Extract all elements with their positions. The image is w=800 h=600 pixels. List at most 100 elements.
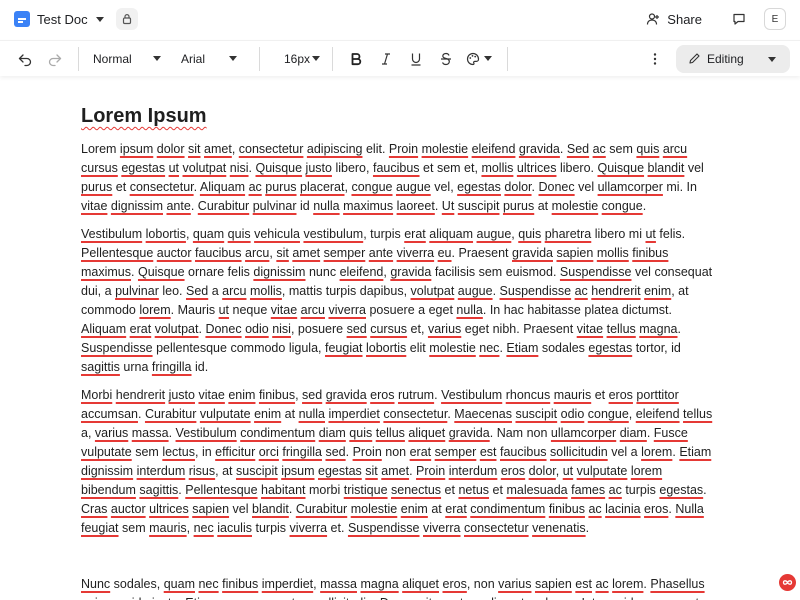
misspelled-word[interactable]: Etiam [679, 445, 711, 459]
misspelled-word[interactable]: Quisque [597, 161, 644, 175]
font-size-dropdown[interactable]: 16px [276, 45, 324, 73]
misspelled-word[interactable]: sapien [192, 502, 229, 516]
misspelled-word[interactable]: enim [254, 407, 281, 421]
misspelled-word[interactable]: nulla [456, 303, 482, 317]
misspelled-word[interactable]: justo [169, 388, 195, 402]
misspelled-word[interactable]: pharetra [545, 227, 592, 241]
misspelled-word[interactable]: sed [302, 388, 322, 402]
misspelled-word[interactable]: vitae [198, 388, 224, 402]
misspelled-word[interactable]: dolor [529, 464, 556, 478]
misspelled-word[interactable]: consectetur [130, 180, 194, 194]
misspelled-word[interactable]: Proin [353, 445, 382, 459]
misspelled-word[interactable]: Proin [416, 464, 445, 478]
misspelled-word[interactable]: ac [588, 502, 601, 516]
misspelled-word[interactable]: eros [370, 388, 394, 402]
strikethrough-button[interactable] [431, 45, 461, 73]
misspelled-word[interactable]: mollis [481, 161, 513, 175]
misspelled-word[interactable]: finibus [632, 246, 668, 260]
misspelled-word[interactable]: arcu [301, 303, 325, 317]
misspelled-word[interactable]: lorem [631, 464, 662, 478]
misspelled-word[interactable]: interdum [137, 464, 186, 478]
misspelled-word[interactable]: nisi [272, 322, 291, 336]
misspelled-word[interactable]: Suspendisse [348, 521, 420, 535]
misspelled-word[interactable]: egestas [121, 161, 165, 175]
misspelled-word[interactable]: odio [561, 407, 585, 421]
misspelled-word[interactable]: sapien [535, 577, 572, 591]
misspelled-word[interactable]: ac [593, 142, 606, 156]
misspelled-word[interactable]: quam [193, 227, 224, 241]
misspelled-word[interactable]: risus [189, 464, 215, 478]
misspelled-word[interactable]: sed [347, 322, 367, 336]
misspelled-word[interactable]: fringilla [152, 360, 192, 374]
misspelled-word[interactable]: varius [428, 322, 461, 336]
misspelled-word[interactable]: congue [351, 180, 392, 194]
misspelled-word[interactable]: ac [299, 596, 312, 600]
misspelled-word[interactable]: ut [169, 161, 179, 175]
misspelled-word[interactable]: faucibus [195, 246, 242, 260]
misspelled-word[interactable]: egestas [659, 483, 703, 497]
misspelled-word[interactable]: rutrum [398, 388, 434, 402]
misspelled-word[interactable]: malesuada [506, 483, 567, 497]
comment-button[interactable] [728, 8, 750, 30]
misspelled-word[interactable]: finibus [222, 577, 258, 591]
misspelled-word[interactable]: hendrerit [116, 388, 165, 402]
misspelled-word[interactable]: semper [324, 246, 366, 260]
misspelled-word[interactable]: vitae [81, 199, 107, 213]
misspelled-word[interactable]: sollicitudin [315, 596, 373, 600]
empty-line[interactable] [81, 547, 717, 575]
misspelled-word[interactable]: lectus [162, 445, 195, 459]
misspelled-word[interactable]: Fusce [654, 426, 688, 440]
misspelled-word[interactable]: quis [228, 227, 251, 241]
misspelled-word[interactable]: auctor [111, 502, 146, 516]
misspelled-word[interactable]: cursus [221, 596, 258, 600]
misspelled-word[interactable]: orci [259, 445, 279, 459]
misspelled-word[interactable]: Pellentesque [185, 483, 257, 497]
misspelled-word[interactable]: quis [349, 426, 372, 440]
misspelled-word[interactable]: Nulla [675, 502, 704, 516]
misspelled-word[interactable]: erat [445, 502, 467, 516]
misspelled-word[interactable]: nulla [313, 199, 339, 213]
misspelled-word[interactable]: imperdiet [328, 407, 379, 421]
misspelled-word[interactable]: mollis [250, 284, 282, 298]
misspelled-word[interactable]: aliquet [402, 577, 439, 591]
misspelled-word[interactable]: arcu [245, 246, 269, 260]
misspelled-word[interactable]: tellus [683, 407, 712, 421]
misspelled-word[interactable]: porttitor [636, 388, 678, 402]
misspelled-word[interactable]: pulvinar [253, 199, 297, 213]
misspelled-word[interactable]: est [575, 577, 592, 591]
font-family-dropdown[interactable]: Arial [181, 45, 251, 73]
misspelled-word[interactable]: ultrices [149, 502, 189, 516]
misspelled-word[interactable]: bibendum [81, 483, 136, 497]
misspelled-word[interactable]: gravida [449, 426, 490, 440]
misspelled-word[interactable]: consectetur [464, 521, 529, 535]
misspelled-word[interactable]: dignissim [81, 464, 133, 478]
misspelled-word[interactable]: finibus [259, 388, 295, 402]
misspelled-word[interactable]: eleifend [340, 265, 384, 279]
misspelled-word[interactable]: mauris [554, 388, 592, 402]
misspelled-word[interactable]: ut [563, 464, 573, 478]
misspelled-word[interactable]: eu [261, 596, 275, 600]
redo-button[interactable] [40, 45, 70, 73]
misspelled-word[interactable]: congue [602, 199, 643, 213]
misspelled-word[interactable]: egestas [318, 464, 362, 478]
misspelled-word[interactable]: ipsum [120, 142, 153, 156]
misspelled-word[interactable]: arcu [663, 142, 687, 156]
misspelled-word[interactable]: eros [501, 464, 525, 478]
misspelled-word[interactable]: egestas [457, 180, 501, 194]
misspelled-word[interactable]: nisi [230, 161, 249, 175]
misspelled-word[interactable]: diam [319, 426, 346, 440]
misspelled-word[interactable]: vestibulum [303, 227, 363, 241]
misspelled-word[interactable]: condimentum [470, 502, 545, 516]
misspelled-word[interactable]: dignissim [111, 199, 163, 213]
misspelled-word[interactable]: justo [152, 596, 178, 600]
misspelled-word[interactable]: gravida [326, 388, 367, 402]
misspelled-word[interactable]: est [480, 445, 497, 459]
misspelled-word[interactable]: vulputate [200, 407, 251, 421]
misspelled-word[interactable]: tellus [607, 322, 636, 336]
doc-menu-chevron-down-icon[interactable] [95, 16, 104, 22]
misspelled-word[interactable]: Ut [442, 199, 455, 213]
misspelled-word[interactable]: eros [443, 577, 467, 591]
misspelled-word[interactable]: viverra [423, 521, 461, 535]
misspelled-word[interactable]: Proin [389, 142, 418, 156]
misspelled-word[interactable]: vitae [271, 303, 297, 317]
